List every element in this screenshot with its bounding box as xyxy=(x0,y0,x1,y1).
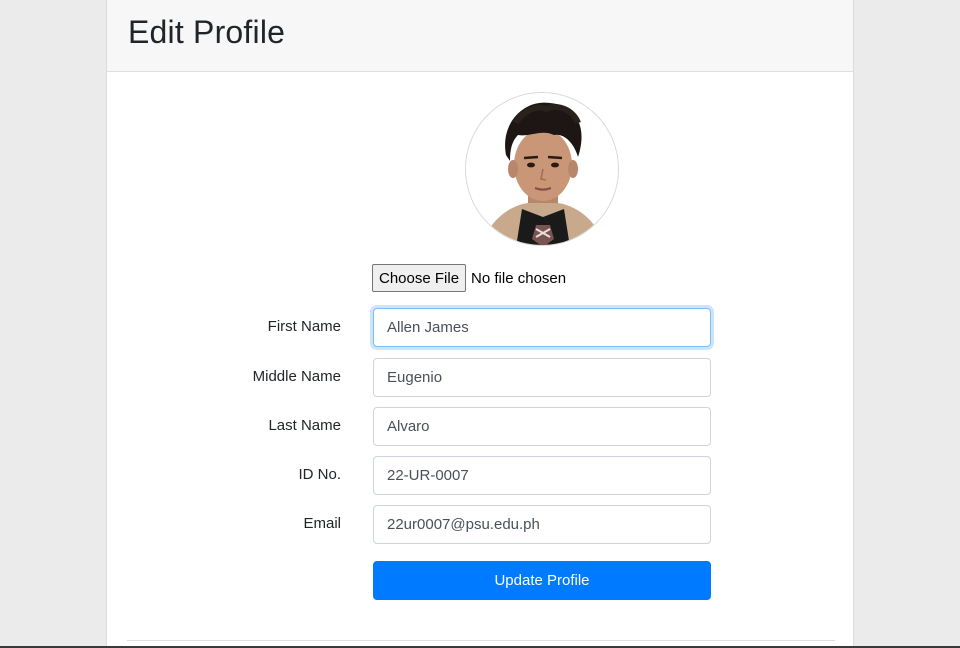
avatar-photo xyxy=(466,93,618,245)
choose-file-button[interactable]: Choose File xyxy=(372,264,467,292)
middle-name-field[interactable] xyxy=(373,358,711,397)
email-row: Email xyxy=(107,505,853,544)
last-name-field[interactable] xyxy=(373,407,711,446)
email-label: Email xyxy=(303,515,341,532)
middle-name-row: Middle Name xyxy=(107,358,853,397)
first-name-label: First Name xyxy=(267,318,341,335)
last-name-row: Last Name xyxy=(107,407,853,446)
avatar xyxy=(465,92,619,246)
card-header: Edit Profile xyxy=(107,0,853,72)
id-number-row: ID No. xyxy=(107,456,853,495)
first-name-row: First Name xyxy=(107,308,853,347)
id-number-label: ID No. xyxy=(298,466,341,483)
last-name-label: Last Name xyxy=(268,417,341,434)
middle-name-label: Middle Name xyxy=(252,368,341,385)
divider xyxy=(127,640,835,641)
email-field[interactable] xyxy=(373,505,711,544)
id-number-field[interactable] xyxy=(373,456,711,495)
first-name-field[interactable] xyxy=(373,308,711,347)
file-status: No file chosen xyxy=(471,269,567,287)
page-title: Edit Profile xyxy=(128,14,286,50)
edit-profile-card: Edit Profile Choose File No file chosen … xyxy=(106,0,854,648)
file-upload: Choose File No file chosen xyxy=(372,264,566,292)
update-profile-button[interactable]: Update Profile xyxy=(373,561,711,600)
